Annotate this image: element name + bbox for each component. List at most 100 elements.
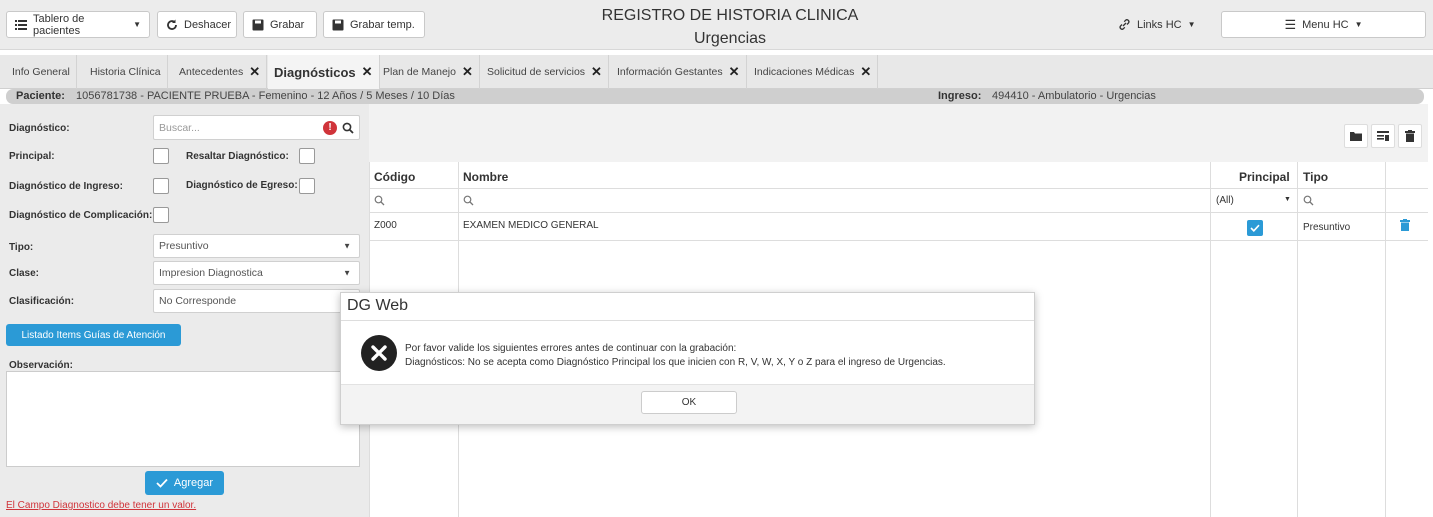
complication-checkbox[interactable]: [153, 207, 169, 223]
tab-label: Diagnósticos: [274, 64, 356, 80]
grid-toolbar: [369, 104, 1428, 162]
save-temp-label: Grabar temp.: [350, 18, 415, 31]
search-icon[interactable]: [342, 122, 354, 134]
hamburger-icon: ☰: [1284, 16, 1297, 32]
column-header-nombre[interactable]: Nombre: [463, 170, 508, 184]
discharge-dx-checkbox[interactable]: [299, 178, 315, 194]
validation-error: El Campo Diagnostico debe tener un valor…: [6, 500, 197, 511]
trash-icon[interactable]: [1400, 219, 1410, 231]
links-hc-label: Links HC: [1137, 18, 1182, 31]
search-icon[interactable]: [1303, 195, 1314, 206]
classification-field[interactable]: No Corresponde: [153, 289, 360, 313]
class-label: Clase:: [9, 268, 40, 279]
tab-info-general[interactable]: Info General: [6, 55, 77, 89]
admission-dx-label: Diagnóstico de Ingreso:: [9, 181, 123, 192]
search-placeholder: Buscar...: [159, 121, 200, 134]
tab-label: Indicaciones Médicas: [754, 66, 855, 78]
tab-diagnosticos[interactable]: Diagnósticos ✕: [268, 55, 380, 89]
guides-list-label: Listado Items Guías de Atención: [21, 329, 166, 341]
class-select[interactable]: Impresion Diagnostica ▼: [153, 261, 360, 285]
tab-label: Historia Clínica: [90, 66, 161, 78]
folder-button[interactable]: [1344, 124, 1368, 148]
save-temp-button[interactable]: Grabar temp.: [323, 11, 425, 38]
column-header-tipo[interactable]: Tipo: [1303, 170, 1328, 184]
dialog-message-line1: Por favor valide los siguientes errores …: [405, 343, 737, 354]
columns-button[interactable]: [1371, 124, 1395, 148]
principal-checkbox[interactable]: [153, 148, 169, 164]
grid-divider: [369, 188, 1428, 189]
save-icon: [332, 19, 344, 30]
delete-all-button[interactable]: [1398, 124, 1422, 148]
add-button[interactable]: Agregar: [145, 471, 224, 495]
principal-label: Principal:: [9, 151, 55, 162]
column-header-codigo[interactable]: Código: [374, 170, 415, 184]
caret-down-icon[interactable]: ▼: [1284, 196, 1291, 203]
menu-hc-button[interactable]: ☰ Menu HC ▼: [1221, 11, 1426, 38]
save-label: Grabar: [270, 18, 305, 31]
caret-down-icon: ▼: [1354, 20, 1363, 29]
tab-label: Información Gestantes: [617, 66, 723, 78]
dialog-message-line2: Diagnósticos: No se acepta como Diagnóst…: [405, 357, 946, 368]
close-icon[interactable]: ✕: [249, 64, 260, 80]
search-icon[interactable]: [374, 195, 385, 206]
close-icon[interactable]: ✕: [860, 64, 871, 80]
list-icon: [15, 20, 27, 30]
tab-bar: Info General Historia Clínica Antecedent…: [0, 55, 1433, 89]
error-dialog: DG Web Por favor valide los siguientes e…: [340, 292, 1035, 425]
check-icon: [1250, 224, 1260, 232]
page-title: REGISTRO DE HISTORIA CLINICA: [601, 7, 859, 24]
close-icon[interactable]: ✕: [729, 64, 740, 80]
tab-informacion-gestantes[interactable]: Información Gestantes ✕: [611, 55, 747, 89]
column-chooser-icon: [1377, 130, 1389, 141]
search-icon[interactable]: [463, 195, 474, 206]
grid-divider: [1297, 162, 1298, 517]
tab-label: Plan de Manejo: [383, 66, 456, 78]
tab-historia-clinica[interactable]: Historia Clínica: [84, 55, 168, 89]
menu-hc-label: Menu HC: [1302, 18, 1349, 31]
tab-plan-de-manejo[interactable]: Plan de Manejo ✕: [377, 55, 480, 89]
column-header-principal[interactable]: Principal: [1239, 170, 1290, 184]
principal-filter[interactable]: (All): [1216, 195, 1234, 206]
tab-label: Info General: [12, 66, 70, 78]
highlight-checkbox[interactable]: [299, 148, 315, 164]
patient-value: 1056781738 - PACIENTE PRUEBA - Femenino …: [76, 90, 455, 102]
error-icon: !: [323, 121, 337, 135]
save-icon: [252, 19, 264, 30]
close-icon[interactable]: ✕: [591, 64, 602, 80]
diagnosis-search-input[interactable]: Buscar... !: [153, 115, 360, 140]
patients-board-label: Tablero de pacientes: [33, 12, 85, 37]
close-icon[interactable]: ✕: [362, 64, 373, 80]
admission-dx-checkbox[interactable]: [153, 178, 169, 194]
caret-down-icon: ▼: [133, 20, 141, 29]
check-icon: [156, 478, 168, 488]
undo-label: Deshacer: [184, 18, 232, 31]
save-button[interactable]: Grabar: [243, 11, 317, 38]
tab-indicaciones-medicas[interactable]: Indicaciones Médicas ✕: [748, 55, 879, 89]
complication-label: Diagnóstico de Complicación:: [9, 210, 153, 221]
admission-value: 494410 - Ambulatorio - Urgencias: [992, 90, 1156, 102]
patient-label: Paciente:: [16, 90, 65, 102]
close-icon[interactable]: ✕: [462, 64, 473, 80]
type-value: Presuntivo: [159, 240, 209, 252]
guides-list-button[interactable]: Listado Items Guías de Atención: [6, 324, 181, 346]
tab-antecedentes[interactable]: Antecedentes ✕: [173, 55, 268, 89]
links-hc-button[interactable]: Links HC ▼: [1110, 11, 1218, 38]
dialog-footer: OK: [341, 384, 1034, 424]
type-label: Tipo:: [9, 242, 34, 253]
observation-textarea[interactable]: [6, 371, 360, 467]
tab-solicitud-servicios[interactable]: Solicitud de servicios ✕: [481, 55, 609, 89]
observation-label: Observación:: [9, 360, 73, 371]
error-x-icon: [361, 335, 397, 371]
dialog-body: Por favor valide los siguientes errores …: [341, 321, 1034, 384]
row-principal-checkbox[interactable]: [1247, 220, 1263, 236]
patients-board-button[interactable]: Tablero de pacientes ▼: [6, 11, 150, 38]
highlight-label: Resaltar Diagnóstico:: [186, 151, 289, 162]
page-subtitle: Urgencias: [693, 30, 767, 47]
classification-value: No Corresponde: [159, 295, 237, 307]
undo-button[interactable]: Deshacer: [157, 11, 237, 38]
diagnosis-label: Diagnóstico:: [9, 123, 70, 134]
ok-button[interactable]: OK: [641, 391, 737, 414]
grid-divider: [369, 212, 1428, 213]
classification-label: Clasificación:: [9, 296, 75, 307]
type-select[interactable]: Presuntivo ▼: [153, 234, 360, 258]
